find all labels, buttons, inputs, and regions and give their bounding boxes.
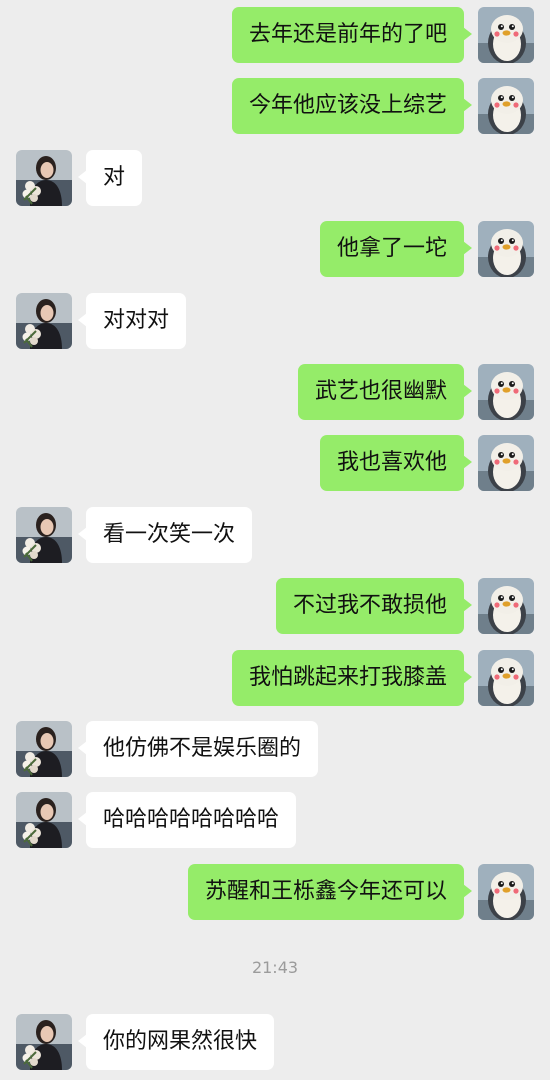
message-row: 他拿了一坨	[0, 221, 550, 277]
girl-with-flowers-avatar-icon[interactable]	[16, 1014, 72, 1070]
message-row: 不过我不敢损他	[0, 578, 550, 634]
message-row: 苏醒和王栎鑫今年还可以	[0, 864, 550, 920]
girl-with-flowers-avatar-icon[interactable]	[16, 150, 72, 206]
chat-window: 去年还是前年的了吧 今年他应该没上综艺 对 他拿了一坨 对对对 武艺也很幽默 我…	[0, 0, 550, 1080]
message-timestamp: 21:43	[251, 958, 299, 977]
message-row: 他仿佛不是娱乐圈的	[0, 721, 550, 777]
message-row: 对	[0, 150, 550, 206]
sent-message-bubble[interactable]: 去年还是前年的了吧	[231, 7, 473, 63]
girl-with-flowers-avatar-icon[interactable]	[16, 792, 72, 848]
received-message-bubble[interactable]: 他仿佛不是娱乐圈的	[77, 721, 319, 777]
message-row: 武艺也很幽默	[0, 364, 550, 420]
received-message-bubble[interactable]: 对	[77, 150, 143, 206]
penguin-avatar-icon[interactable]	[478, 864, 534, 920]
penguin-avatar-icon[interactable]	[478, 435, 534, 491]
girl-with-flowers-avatar-icon[interactable]	[16, 721, 72, 777]
received-message-bubble[interactable]: 对对对	[77, 293, 187, 349]
sent-message-bubble[interactable]: 他拿了一坨	[319, 221, 473, 277]
received-message-bubble[interactable]: 哈哈哈哈哈哈哈哈	[77, 792, 297, 848]
penguin-avatar-icon[interactable]	[478, 364, 534, 420]
penguin-avatar-icon[interactable]	[478, 221, 534, 277]
message-row: 对对对	[0, 293, 550, 349]
penguin-avatar-icon[interactable]	[478, 7, 534, 63]
received-message-bubble[interactable]: 看一次笑一次	[77, 507, 253, 563]
sent-message-bubble[interactable]: 我怕跳起来打我膝盖	[231, 650, 473, 706]
penguin-avatar-icon[interactable]	[478, 78, 534, 134]
sent-message-bubble[interactable]: 我也喜欢他	[319, 435, 473, 491]
message-row: 去年还是前年的了吧	[0, 7, 550, 63]
message-row: 哈哈哈哈哈哈哈哈	[0, 792, 550, 848]
girl-with-flowers-avatar-icon[interactable]	[16, 507, 72, 563]
sent-message-bubble[interactable]: 苏醒和王栎鑫今年还可以	[187, 864, 473, 920]
message-row: 你的网果然很快	[0, 1014, 550, 1070]
penguin-avatar-icon[interactable]	[478, 650, 534, 706]
sent-message-bubble[interactable]: 武艺也很幽默	[297, 364, 473, 420]
message-row: 看一次笑一次	[0, 507, 550, 563]
sent-message-bubble[interactable]: 今年他应该没上综艺	[231, 78, 473, 134]
message-row: 我怕跳起来打我膝盖	[0, 650, 550, 706]
girl-with-flowers-avatar-icon[interactable]	[16, 293, 72, 349]
message-row: 我也喜欢他	[0, 435, 550, 491]
received-message-bubble[interactable]: 你的网果然很快	[77, 1014, 275, 1070]
sent-message-bubble[interactable]: 不过我不敢损他	[275, 578, 473, 634]
message-row: 今年他应该没上综艺	[0, 78, 550, 134]
penguin-avatar-icon[interactable]	[478, 578, 534, 634]
